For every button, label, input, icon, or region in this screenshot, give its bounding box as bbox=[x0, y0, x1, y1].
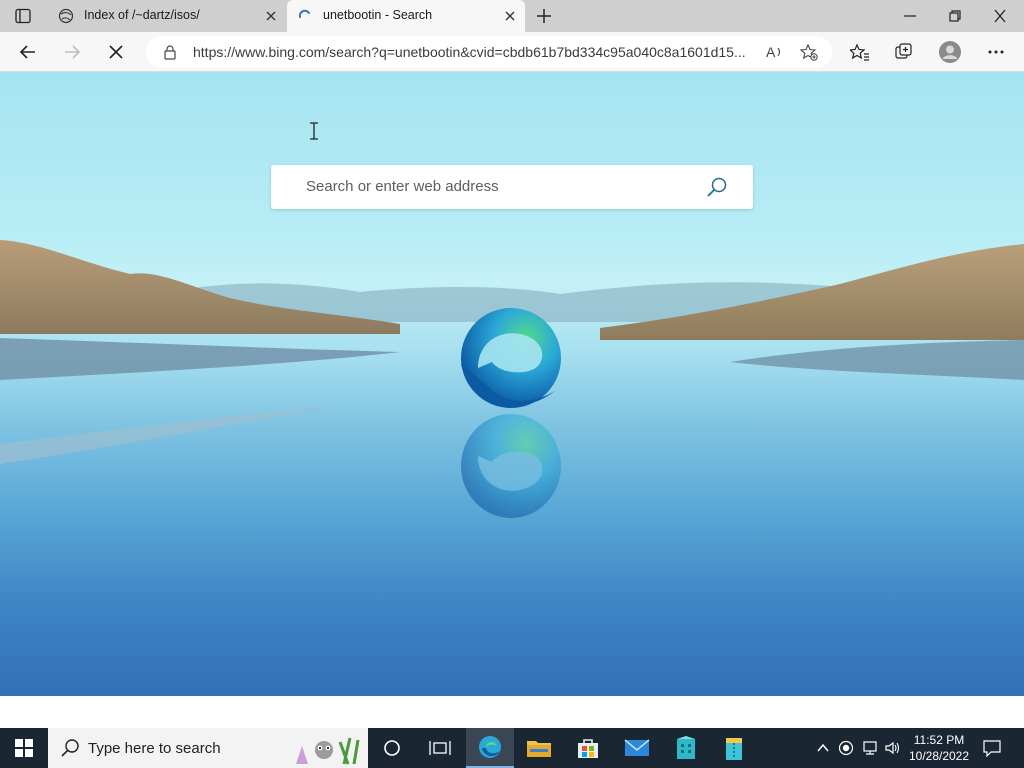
edge-logo-icon bbox=[461, 308, 561, 408]
clock-date: 10/28/2022 bbox=[908, 749, 970, 763]
read-aloud-icon[interactable]: A bbox=[766, 44, 784, 60]
network-icon[interactable] bbox=[862, 740, 880, 756]
taskbar-search-box[interactable]: Type here to search bbox=[48, 728, 368, 768]
tab-actions-icon bbox=[15, 8, 31, 24]
task-view-icon bbox=[429, 741, 451, 755]
search-box[interactable]: Search or enter web address bbox=[271, 165, 753, 209]
tab-index-of-isos[interactable]: Index of /~dartz/isos/ bbox=[48, 0, 286, 32]
app-building-button[interactable] bbox=[662, 728, 710, 768]
page-bottom-strip bbox=[0, 696, 1024, 728]
profile-button[interactable] bbox=[938, 40, 962, 64]
tab-actions-button[interactable] bbox=[14, 8, 32, 24]
record-indicator-icon[interactable] bbox=[838, 740, 854, 756]
settings-more-button[interactable] bbox=[984, 40, 1008, 64]
edge-taskbar-button[interactable] bbox=[466, 728, 514, 768]
mail-icon bbox=[624, 739, 650, 756]
windows-logo-icon bbox=[15, 739, 33, 757]
close-tab-icon[interactable] bbox=[264, 9, 278, 23]
clock-time: 11:52 PM bbox=[913, 733, 965, 747]
tab-title: unetbootin - Search bbox=[323, 8, 433, 22]
start-button[interactable] bbox=[0, 728, 48, 768]
taskbar: Type here to search 11:52 PM 10/28/2022 bbox=[0, 728, 1024, 768]
volume-icon[interactable] bbox=[884, 740, 902, 756]
text-cursor-icon bbox=[310, 122, 318, 140]
browser-toolbar: https://www.bing.com/search?q=unetbootin… bbox=[0, 32, 1024, 72]
lock-icon[interactable] bbox=[162, 44, 178, 60]
edge-logo-reflection bbox=[461, 414, 561, 518]
favicon-icon bbox=[58, 8, 74, 24]
task-view-button[interactable] bbox=[416, 728, 464, 768]
tab-title: Index of /~dartz/isos/ bbox=[84, 8, 200, 22]
back-button[interactable] bbox=[16, 40, 40, 64]
store-bag-icon bbox=[578, 739, 598, 758]
search-icon[interactable] bbox=[706, 176, 728, 198]
tab-strip: Index of /~dartz/isos/ unetbootin - Sear… bbox=[0, 0, 1024, 32]
app-archive-button[interactable] bbox=[710, 728, 758, 768]
system-clock[interactable]: 11:52 PM 10/28/2022 bbox=[902, 732, 976, 764]
building-app-icon bbox=[677, 736, 695, 759]
collections-icon bbox=[895, 43, 912, 59]
back-arrow-icon bbox=[19, 45, 35, 59]
favorites-star-icon bbox=[850, 43, 869, 61]
cortana-button[interactable] bbox=[368, 728, 416, 768]
taskbar-search-placeholder: Type here to search bbox=[88, 740, 221, 757]
forward-button[interactable] bbox=[60, 40, 84, 64]
restore-button[interactable] bbox=[945, 8, 965, 24]
plus-icon bbox=[537, 9, 551, 23]
edge-icon bbox=[479, 736, 501, 758]
address-bar[interactable]: https://www.bing.com/search?q=unetbootin… bbox=[146, 36, 832, 68]
search-placeholder: Search or enter web address bbox=[306, 178, 499, 195]
search-icon bbox=[60, 738, 80, 758]
url-text[interactable]: https://www.bing.com/search?q=unetbootin… bbox=[193, 44, 746, 60]
close-icon bbox=[994, 9, 1006, 23]
avatar-icon bbox=[939, 41, 961, 63]
loading-spinner-icon bbox=[297, 8, 313, 24]
close-tab-icon[interactable] bbox=[503, 9, 517, 23]
show-hidden-icons-icon[interactable] bbox=[816, 741, 830, 755]
archive-app-icon bbox=[726, 738, 742, 760]
folder-icon bbox=[527, 741, 551, 757]
cortana-icon bbox=[384, 740, 400, 756]
microsoft-store-button[interactable] bbox=[564, 728, 612, 768]
action-center-icon[interactable] bbox=[982, 739, 1002, 757]
new-tab-page: Search or enter web address bbox=[0, 72, 1024, 696]
search-highlight-illustration bbox=[288, 730, 366, 766]
new-tab-button[interactable] bbox=[535, 7, 553, 25]
minimize-button[interactable] bbox=[900, 8, 920, 24]
minimize-icon bbox=[904, 15, 916, 17]
forward-arrow-icon bbox=[65, 45, 81, 59]
tab-unetbootin-search[interactable]: unetbootin - Search bbox=[287, 0, 525, 32]
add-favorite-icon[interactable] bbox=[800, 43, 818, 61]
restore-icon bbox=[949, 10, 961, 22]
svg-text:A: A bbox=[766, 44, 776, 60]
mail-button[interactable] bbox=[613, 728, 661, 768]
favorites-button[interactable] bbox=[848, 40, 872, 64]
collections-button[interactable] bbox=[892, 40, 916, 64]
more-dots-icon bbox=[988, 50, 1004, 54]
close-window-button[interactable] bbox=[990, 8, 1010, 24]
stop-loading-button[interactable] bbox=[104, 40, 128, 64]
stop-icon bbox=[109, 45, 123, 59]
file-explorer-button[interactable] bbox=[515, 728, 563, 768]
